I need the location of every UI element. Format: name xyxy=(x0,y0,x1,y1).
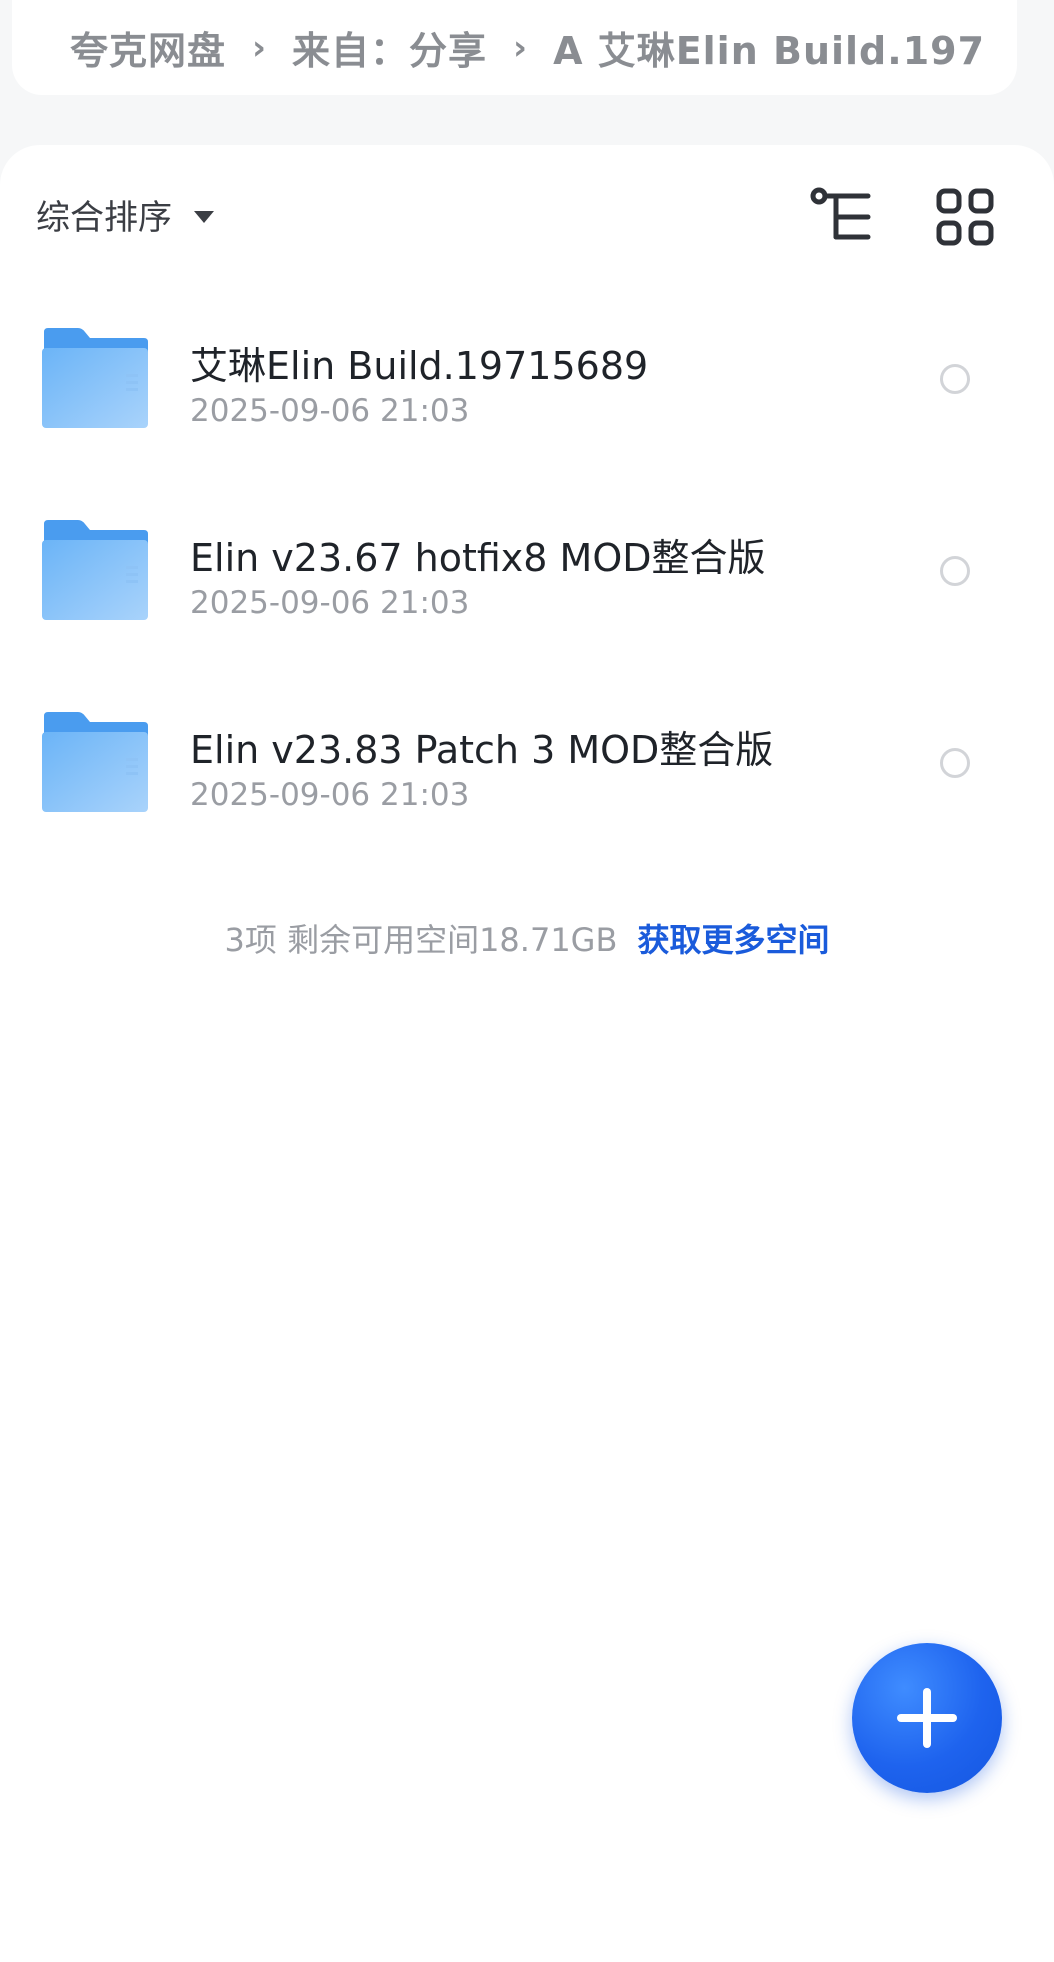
sort-button[interactable]: 综合排序 xyxy=(36,190,214,239)
folder-icon xyxy=(42,712,148,812)
folder-icon xyxy=(42,328,148,428)
file-date: 2025-09-06 21:03 xyxy=(190,393,470,429)
grid-view-button[interactable] xyxy=(935,187,995,247)
select-checkbox[interactable] xyxy=(940,556,970,586)
get-more-space-link[interactable]: 获取更多空间 xyxy=(637,921,829,959)
file-date: 2025-09-06 21:03 xyxy=(190,777,470,813)
tree-view-button[interactable] xyxy=(810,187,874,247)
storage-summary: 3项 剩余可用空间18.71GB 获取更多空间 xyxy=(0,915,1054,961)
file-name: 艾琳Elin Build.19715689 xyxy=(190,344,649,388)
breadcrumb-separator: › xyxy=(252,27,267,68)
caret-down-icon xyxy=(194,210,214,223)
file-name: Elin v23.83 Patch 3 MOD整合版 xyxy=(190,728,774,772)
file-date: 2025-09-06 21:03 xyxy=(190,585,470,621)
file-row[interactable]: 艾琳Elin Build.19715689 2025-09-06 21:03 xyxy=(0,285,1054,477)
file-row[interactable]: Elin v23.67 hotfix8 MOD整合版 2025-09-06 21… xyxy=(0,477,1054,669)
tree-view-icon xyxy=(810,187,871,240)
breadcrumb-item-root[interactable]: 夸克网盘 xyxy=(70,20,226,75)
grid-view-icon xyxy=(936,188,994,246)
breadcrumb-separator: › xyxy=(513,27,528,68)
plus-icon xyxy=(897,1688,957,1748)
breadcrumb-item-share[interactable]: 来自：分享 xyxy=(292,20,487,75)
select-checkbox[interactable] xyxy=(940,748,970,778)
item-count-text: 3项 剩余可用空间18.71GB xyxy=(224,921,618,959)
toolbar: 综合排序 xyxy=(0,145,1054,285)
select-checkbox[interactable] xyxy=(940,364,970,394)
breadcrumb: 夸克网盘 › 来自：分享 › A 艾琳Elin Build.197 xyxy=(12,0,1017,95)
sort-label: 综合排序 xyxy=(36,198,172,238)
file-row[interactable]: Elin v23.83 Patch 3 MOD整合版 2025-09-06 21… xyxy=(0,669,1054,861)
file-list: 艾琳Elin Build.19715689 2025-09-06 21:03 E… xyxy=(0,285,1054,861)
breadcrumb-item-current: A 艾琳Elin Build.197 xyxy=(553,29,986,73)
add-button[interactable] xyxy=(852,1643,1002,1793)
folder-icon xyxy=(42,520,148,620)
file-name: Elin v23.67 hotfix8 MOD整合版 xyxy=(190,536,766,580)
